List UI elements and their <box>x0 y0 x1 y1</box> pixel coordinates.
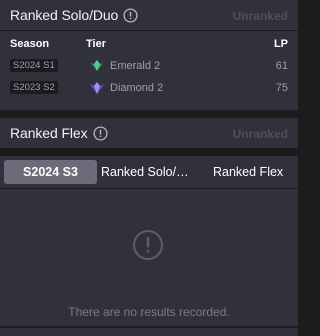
empty-message: There are no results recorded. <box>68 305 230 319</box>
tier-name: Emerald 2 <box>110 60 161 72</box>
season-badge: S2023 S2 <box>10 81 58 94</box>
exclamation-circle-icon <box>132 229 164 261</box>
table-row: S2023 S2 Diamond 2 75 <box>0 77 298 99</box>
lp-value: 61 <box>275 60 288 72</box>
table-row: S2024 S1 Emerald 2 61 <box>0 55 298 77</box>
ranked-flex-title: Ranked Flex <box>10 125 88 141</box>
ranked-solo-panel: Ranked Solo/Duo Unranked Season Tier LP … <box>0 0 298 110</box>
ranked-stats-column: Ranked Solo/Duo Unranked Season Tier LP … <box>0 0 298 336</box>
diamond-emblem-icon <box>89 81 105 95</box>
tab-s2024-s3[interactable]: S2024 S3 <box>4 160 97 184</box>
season-results-panel: S2024 S3 Ranked Solo/Duo Ranked Flex The… <box>0 156 298 326</box>
tier-name: Diamond 2 <box>110 82 164 94</box>
season-table-header: Season Tier LP <box>0 31 298 55</box>
season-badge: S2024 S1 <box>10 59 58 72</box>
lp-value: 75 <box>275 82 288 94</box>
ranked-flex-header: Ranked Flex Unranked <box>0 118 298 148</box>
ranked-flex-panel: Ranked Flex Unranked <box>0 118 298 148</box>
emerald-emblem-icon <box>89 59 105 73</box>
ranked-flex-status: Unranked <box>232 127 288 141</box>
info-circle-icon[interactable] <box>123 7 138 23</box>
ranked-solo-status: Unranked <box>232 9 288 23</box>
column-header-season: Season <box>10 38 50 50</box>
next-panel-edge <box>0 328 298 336</box>
empty-state: There are no results recorded. <box>0 189 298 326</box>
ranked-solo-header: Ranked Solo/Duo Unranked <box>0 0 298 30</box>
info-circle-icon[interactable] <box>92 125 108 141</box>
tab-ranked-solo-duo[interactable]: Ranked Solo/Duo <box>101 160 197 184</box>
column-header-tier: Tier <box>86 38 106 50</box>
tab-ranked-flex[interactable]: Ranked Flex <box>213 160 293 184</box>
column-header-lp: LP <box>273 38 288 50</box>
queue-tabs: S2024 S3 Ranked Solo/Duo Ranked Flex <box>0 156 298 188</box>
ranked-solo-title: Ranked Solo/Duo <box>10 7 119 23</box>
